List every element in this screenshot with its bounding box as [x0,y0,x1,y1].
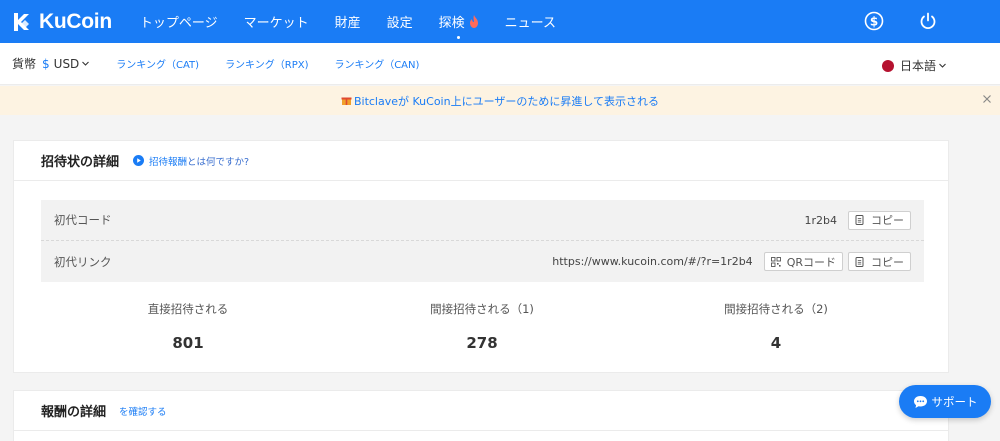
support-button[interactable]: サポート [899,385,991,418]
nav-assets-label: 財産 [334,16,361,31]
invitation-details-card: 招待状の詳細 招待報酬 とは何ですか? 初代コード 1r2b4 コピー 初代リン… [13,140,949,373]
currency-label: 貨幣 [12,57,37,71]
invite-reward-help-link[interactable]: 招待報酬 とは何ですか? [133,154,249,168]
invitation-title: 招待状の詳細 [41,155,120,170]
copy-icon [855,256,864,267]
first-code-label: 初代コード [54,213,112,227]
language-label: 日本語 [899,59,936,73]
reward-card-header: 報酬の詳細 を確認する [14,391,948,431]
notice-text: Bitclaveが KuCoin上にユーザーのために昇進して表示される [353,94,660,108]
direct-invite-label: 直接招待される [147,302,229,316]
qr-code-label: QRコード [786,255,836,269]
first-code-value: 1r2b4 [804,213,837,227]
nav-market-label: マーケット [243,16,309,31]
indirect-invite-2-label: 間接招待される（2) [724,302,828,316]
gift-icon [341,97,352,105]
qr-code-button[interactable]: QRコード [763,252,843,271]
ranking-can-link[interactable]: ランキング（CAN) [335,56,420,71]
active-indicator [457,36,461,39]
first-link-actions: https://www.kucoin.com/#/?r=1r2b4 QRコード [552,252,911,271]
nav-settings[interactable]: 設定 [387,12,413,31]
dollar-circle-icon[interactable]: $ [864,11,884,31]
invitation-card-header: 招待状の詳細 招待報酬 とは何ですか? [14,141,948,181]
reward-details-card: 報酬の詳細 を確認する [13,390,949,441]
direct-invite-count: 801 [172,334,204,352]
promotion-notice[interactable]: Bitclaveが KuCoin上にユーザーのために昇進して表示される [0,86,1000,115]
kucoin-logo-icon [14,12,29,31]
first-link-row: 初代リンク https://www.kucoin.com/#/?r=1r2b4 … [41,241,924,282]
copy-label: コピー [871,214,904,227]
first-code-actions: 1r2b4 コピー [804,210,911,230]
indirect-invite-2-count: 4 [770,334,782,352]
nav-explore[interactable]: 探検 [438,12,479,39]
nav-news[interactable]: ニュース [505,12,556,31]
flame-icon [469,15,478,28]
svg-text:$: $ [870,15,878,29]
currency-selector[interactable]: 貨幣 $ USD [12,55,90,72]
indirect-invite-1-label: 間接招待される（1) [430,302,534,316]
close-icon[interactable] [981,93,993,105]
help-link-suffix: とは何ですか? [187,156,250,168]
main-menu: トップページ マーケット 財産 設定 探検 ニュース [140,0,582,43]
top-right-icons: $ [830,11,938,31]
copy-label: コピー [871,255,904,269]
nav-settings-label: 設定 [386,16,413,31]
top-navigation-bar: KuCoin トップページ マーケット 財産 設定 探検 ニュース $ [0,0,1000,43]
first-link-value: https://www.kucoin.com/#/?r=1r2b4 [552,255,753,268]
currency-value: USD [53,56,80,71]
sub-navigation-bar: 貨幣 $ USD ランキング（CAT) ランキング（RPX) ランキング（CAN… [0,43,1000,85]
first-code-row: 初代コード 1r2b4 コピー [41,200,924,241]
nav-explore-label: 探検 [438,16,465,31]
nav-assets[interactable]: 財産 [335,12,361,31]
play-circle-icon [133,155,145,166]
support-label: サポート [931,394,978,409]
kucoin-logo[interactable]: KuCoin [12,10,112,34]
language-selector[interactable]: 日本語 [881,57,946,74]
ranking-cat-link[interactable]: ランキング（CAT) [116,56,199,71]
chat-bubble-icon [913,395,927,408]
copy-code-button[interactable]: コピー [848,210,911,230]
qr-code-icon [770,256,781,267]
nav-news-label: ニュース [504,16,557,31]
power-icon[interactable] [918,11,938,31]
help-link-prefix: 招待報酬 [149,156,188,168]
nav-market[interactable]: マーケット [244,12,309,31]
logo-text: KuCoin [39,9,112,33]
japan-flag-icon [881,59,894,72]
copy-icon [855,215,864,225]
currency-symbol: $ [42,56,50,71]
chevron-down-icon [939,63,946,68]
reward-title: 報酬の詳細 [41,405,107,420]
copy-link-button[interactable]: コピー [848,252,911,271]
nav-home[interactable]: トップページ [140,12,218,31]
first-link-label: 初代リンク [54,254,112,269]
referral-code-box: 初代コード 1r2b4 コピー 初代リンク https://www.kucoin… [41,200,924,282]
indirect-invite-1-count: 278 [466,334,498,352]
confirm-link[interactable]: を確認する [119,404,167,418]
direct-invite-stat: 直接招待される 801 [88,301,288,352]
indirect-invite-1-stat: 間接招待される（1) 278 [382,301,582,352]
indirect-invite-2-stat: 間接招待される（2) 4 [676,301,876,352]
chevron-down-icon [82,61,90,66]
ranking-rpx-link[interactable]: ランキング（RPX) [225,56,308,71]
nav-home-label: トップページ [139,16,218,31]
